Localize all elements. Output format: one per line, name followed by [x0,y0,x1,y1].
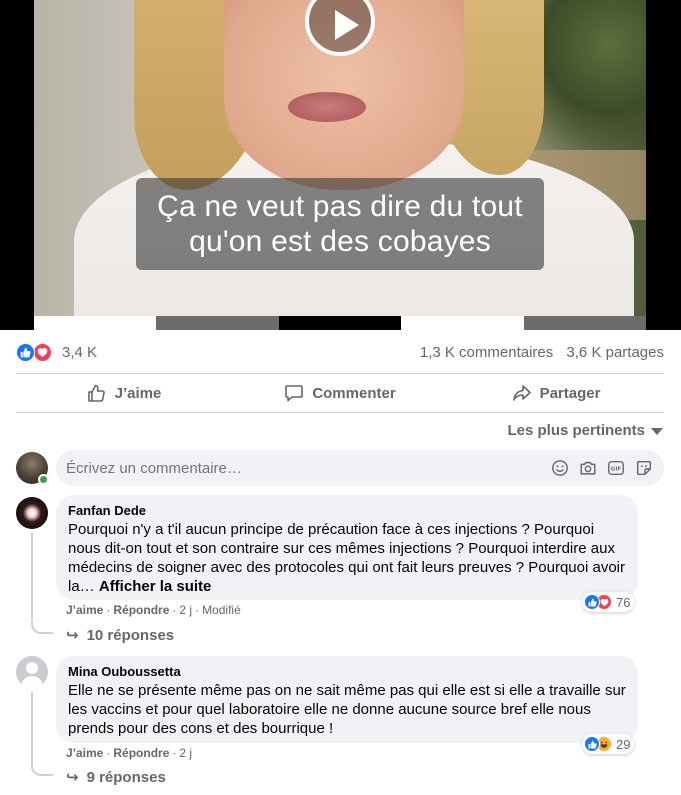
thread-line [31,692,33,762]
post-stats: 3,4 K 1,3 K commentaires 3,6 K partages [16,338,664,366]
avatar-silhouette-body [21,676,43,688]
post-actions: J’aime Commenter Partager [16,374,664,412]
comments-count-link[interactable]: 1,3 K commentaires [420,344,553,361]
comment-reply-link[interactable]: Répondre [113,746,169,760]
commenter-avatar[interactable] [16,656,48,688]
reactions-summary[interactable]: 3,4 K [16,342,97,362]
see-more-link[interactable]: Afficher la suite [99,578,212,595]
thread-connector [31,762,53,776]
sort-label: Les plus pertinents [507,422,645,439]
video-person-lips [288,92,366,122]
thumbs-up-icon [87,384,105,402]
replies-count: 9 réponses [86,768,166,786]
share-icon [512,385,531,401]
svg-text:GIF: GIF [611,467,622,473]
comment-edited: Modifié [202,603,241,617]
like-button-label: J’aime [114,384,162,402]
comment-like-link[interactable]: J’aime [66,746,103,760]
comment-input[interactable] [66,459,542,477]
replies-count: 10 réponses [86,626,175,644]
comment-icon [285,385,304,402]
camera-icon[interactable] [578,458,598,478]
comment-reply-link[interactable]: Répondre [113,603,169,617]
comment-author[interactable]: Fanfan Dede [68,503,626,519]
comment-author[interactable]: Mina Ouboussetta [68,664,626,680]
comment-like-link[interactable]: J’aime [66,603,103,617]
divider [16,412,664,413]
thread-connector [31,620,53,634]
progress-segment [401,316,524,330]
progress-segment [34,316,157,330]
reply-arrow-icon: ↪ [66,769,79,786]
comment-bubble: Mina Ouboussetta Elle ne se présente mêm… [56,656,638,743]
comment-time[interactable]: 2 j [179,746,192,760]
comment-meta: J’aime · Répondre · 2 j [66,746,193,760]
comment-sort-dropdown[interactable]: Les plus pertinents [507,422,663,439]
comment-reaction-count: 76 [616,594,631,610]
composer-icons: GIF [542,458,664,478]
comment-composer[interactable]: GIF [56,450,664,486]
progress-segment [156,316,279,330]
comment-meta: J’aime · Répondre · 2 j · Modifié [66,603,241,617]
comment-body: Elle ne se présente même pas on ne sait … [68,682,626,737]
view-replies-link[interactable]: ↪ 10 réponses [66,626,175,645]
comment-button-label: Commenter [312,384,396,402]
subtitle-line: Ça ne veut pas dire du tout [157,190,523,223]
share-button[interactable]: Partager [448,374,664,412]
video-background-foliage [526,0,646,150]
video-subtitle: Ça ne veut pas dire du tout qu'on est de… [136,178,544,270]
thread-line [31,533,33,619]
share-button-label: Partager [539,384,601,402]
comment-reactions[interactable]: 29 [582,734,635,754]
emoji-icon[interactable] [550,458,570,478]
online-status-dot [38,474,49,485]
view-replies-link[interactable]: ↪ 9 réponses [66,768,166,787]
stats-right: 1,3 K commentaires 3,6 K partages [420,344,664,361]
video-player[interactable]: Ça ne veut pas dire du tout qu'on est de… [0,0,681,330]
like-icon [16,343,35,362]
like-icon [584,736,600,752]
video-progress-bar[interactable] [34,316,647,330]
reply-arrow-icon: ↪ [66,627,79,644]
comment-text: Pourquoi n'y a t'il aucun principe de pr… [68,520,626,596]
comment-button[interactable]: Commenter [232,374,448,412]
like-icon [584,594,600,610]
comment-reaction-count: 29 [616,736,631,752]
comment-bubble: Fanfan Dede Pourquoi n'y a t'il aucun pr… [56,495,638,600]
progress-segment [523,316,647,330]
comment-time[interactable]: 2 j [179,603,192,617]
comment-reactions[interactable]: 76 [582,592,635,612]
love-icon [33,343,52,362]
reaction-icons [16,342,56,362]
caret-down-icon [651,428,663,435]
progress-segment [278,316,402,330]
like-button[interactable]: J’aime [16,374,232,412]
shares-count-link[interactable]: 3,6 K partages [566,344,664,361]
subtitle-line: qu'on est des cobayes [189,225,491,258]
play-icon [335,10,359,40]
gif-icon[interactable]: GIF [606,458,626,478]
commenter-avatar[interactable] [16,497,48,529]
avatar-silhouette-head [26,662,38,674]
sticker-icon[interactable] [634,458,654,478]
reactions-count: 3,4 K [62,343,98,361]
